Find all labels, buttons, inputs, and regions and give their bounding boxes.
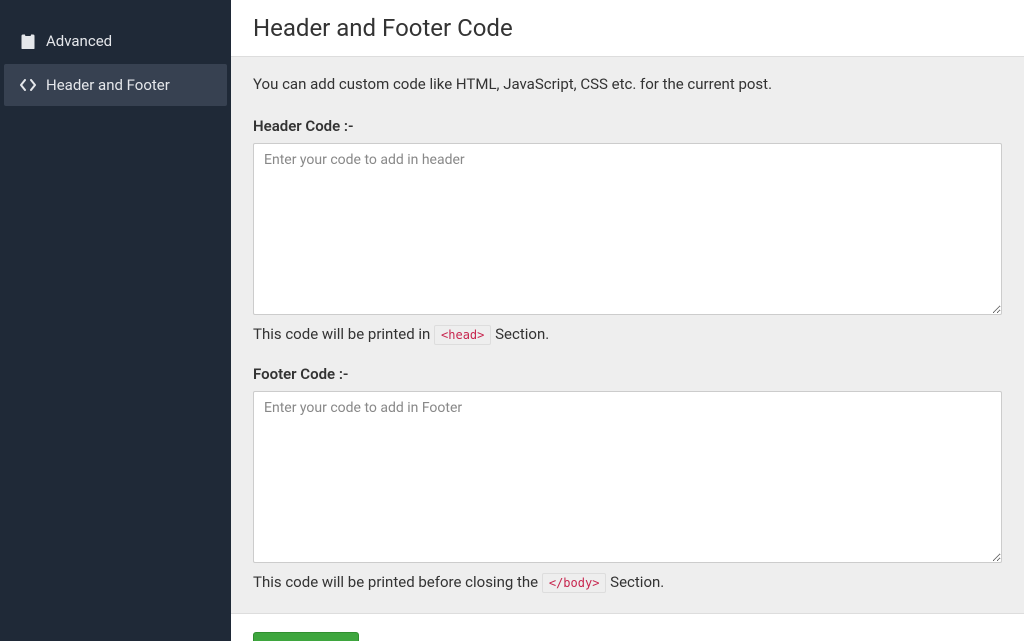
footer-code-label: Footer Code :- (253, 365, 1002, 383)
sidebar-item-advanced[interactable]: Advanced (4, 20, 227, 62)
sidebar-item-label: Advanced (46, 32, 112, 50)
sidebar-item-label: Header and Footer (46, 76, 170, 94)
hint-text-prefix: This code will be printed in (253, 325, 434, 343)
page-title: Header and Footer Code (231, 0, 1024, 56)
hint-text-suffix: Section. (610, 573, 664, 591)
hint-text-suffix: Section. (495, 325, 549, 343)
header-code-hint: This code will be printed in <head> Sect… (253, 325, 1002, 343)
hint-text-prefix: This code will be printed before closing… (253, 573, 542, 591)
footer-code-input[interactable] (253, 391, 1002, 563)
body-tag-code: </body> (542, 573, 607, 593)
sidebar-item-header-footer[interactable]: Header and Footer (4, 64, 227, 106)
action-row: Save Codes (231, 614, 1024, 641)
header-code-label: Header Code :- (253, 117, 1002, 135)
save-button[interactable]: Save Codes (253, 632, 359, 641)
main-content: Header and Footer Code You can add custo… (231, 0, 1024, 641)
head-tag-code: <head> (434, 325, 491, 345)
header-code-input[interactable] (253, 143, 1002, 315)
footer-code-hint: This code will be printed before closing… (253, 573, 1002, 591)
sidebar: Advanced Header and Footer (0, 0, 231, 641)
code-icon (20, 77, 36, 93)
clipboard-icon (20, 33, 36, 49)
panel-description: You can add custom code like HTML, JavaS… (253, 75, 1002, 93)
settings-panel: You can add custom code like HTML, JavaS… (231, 56, 1024, 614)
